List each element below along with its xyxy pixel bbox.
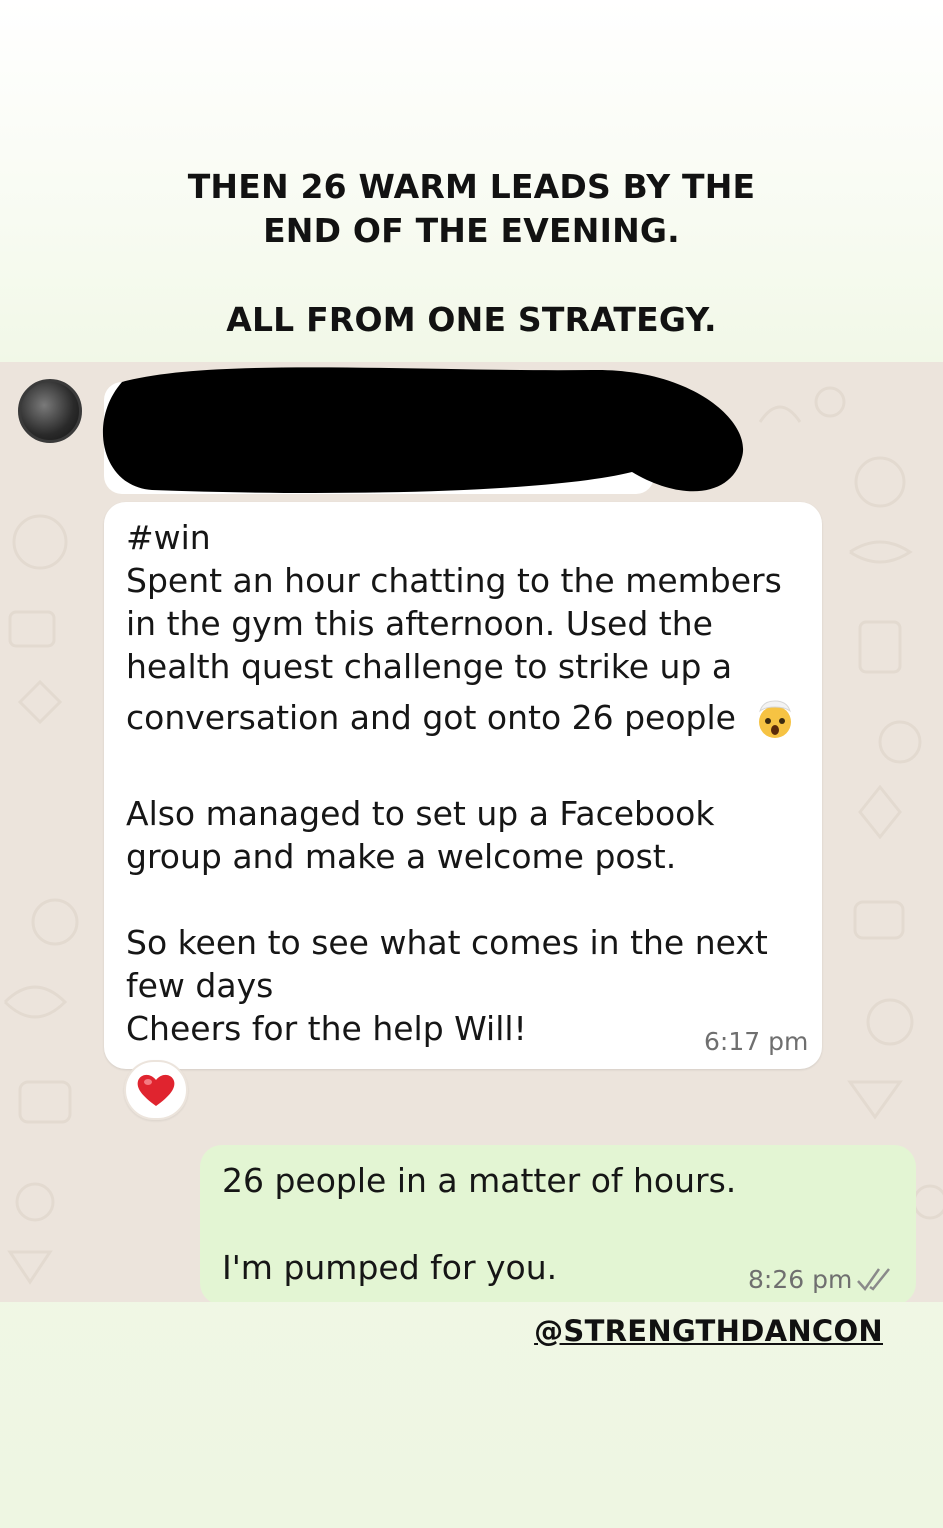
story-caption-area: THEN 26 WARM LEADS BY THE END OF THE EVE…	[0, 0, 943, 362]
message-line: #win	[126, 518, 211, 557]
outgoing-message-bubble[interactable]: 26 people in a matter of hours. I'm pump…	[200, 1145, 916, 1302]
caption-line-1: THEN 26 WARM LEADS BY THE	[187, 167, 756, 206]
heart-icon	[137, 1074, 175, 1106]
message-line: in the gym this afternoon. Used the	[126, 604, 713, 643]
caption-line-2: END OF THE EVENING.	[263, 211, 680, 250]
message-line: health quest challenge to strike up a	[126, 647, 733, 686]
exploding-head-emoji	[759, 700, 792, 738]
message-line: group and make a welcome post.	[126, 837, 677, 876]
message-line: Spent an hour chatting to the members	[126, 561, 782, 600]
message-timestamp: 8:26 pm	[748, 1265, 853, 1294]
chat-screenshot: #win Spent an hour chatting to the membe…	[0, 362, 943, 1302]
double-check-icon	[857, 1268, 890, 1292]
message-line: 26 people in a matter of hours.	[222, 1161, 737, 1200]
caption-line-3: ALL FROM ONE STRATEGY.	[226, 300, 717, 339]
message-line: I'm pumped for you.	[222, 1248, 558, 1287]
message-line: Also managed to set up a Facebook	[126, 794, 715, 833]
message-timestamp: 6:17 pm	[704, 1027, 809, 1056]
message-reaction[interactable]	[124, 1060, 188, 1120]
contact-avatar[interactable]	[18, 379, 82, 443]
message-line: So keen to see what comes in the next	[126, 923, 768, 962]
instagram-handle-link[interactable]: @STRENGTHDANCON	[534, 1314, 883, 1348]
message-line-with-emoji: conversation and got onto 26 people	[126, 696, 796, 739]
message-line: conversation and got onto 26 people	[126, 698, 736, 737]
message-line: few days	[126, 966, 274, 1005]
redaction-scribble	[102, 367, 744, 493]
incoming-message-bubble[interactable]: #win Spent an hour chatting to the membe…	[104, 502, 822, 1069]
message-line: Cheers for the help Will!	[126, 1009, 527, 1048]
